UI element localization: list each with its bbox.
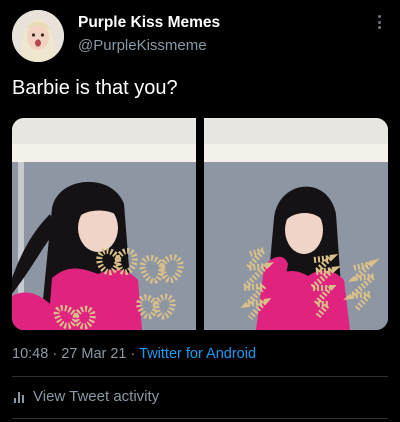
meta-separator: · xyxy=(52,346,58,362)
tweet-photo[interactable] xyxy=(204,118,388,330)
divider xyxy=(12,418,388,419)
view-tweet-activity-label: View Tweet activity xyxy=(33,388,160,405)
media-grid xyxy=(12,118,388,330)
tweet-source-link[interactable]: Twitter for Android xyxy=(139,346,256,362)
tweet-text: Barbie is that you? xyxy=(12,77,178,99)
divider xyxy=(12,376,388,377)
tweet-header: Purple Kiss Memes @PurpleKissmeme xyxy=(0,0,400,70)
tweet-meta: 10:48 · 27 Mar 21 · Twitter for Android xyxy=(12,343,256,365)
author-display-name[interactable]: Purple Kiss Memes xyxy=(78,13,220,33)
meta-separator: · xyxy=(130,346,136,362)
tweet-photo[interactable] xyxy=(12,118,196,330)
tweet-date[interactable]: 27 Mar 21 xyxy=(61,346,126,362)
more-vertical-icon[interactable] xyxy=(376,15,382,33)
tweet-time[interactable]: 10:48 xyxy=(12,346,48,362)
view-tweet-activity-link[interactable]: View Tweet activity xyxy=(14,386,159,408)
bar-chart-icon xyxy=(14,391,25,403)
author-handle[interactable]: @PurpleKissmeme xyxy=(78,35,220,57)
avatar[interactable] xyxy=(12,10,64,62)
